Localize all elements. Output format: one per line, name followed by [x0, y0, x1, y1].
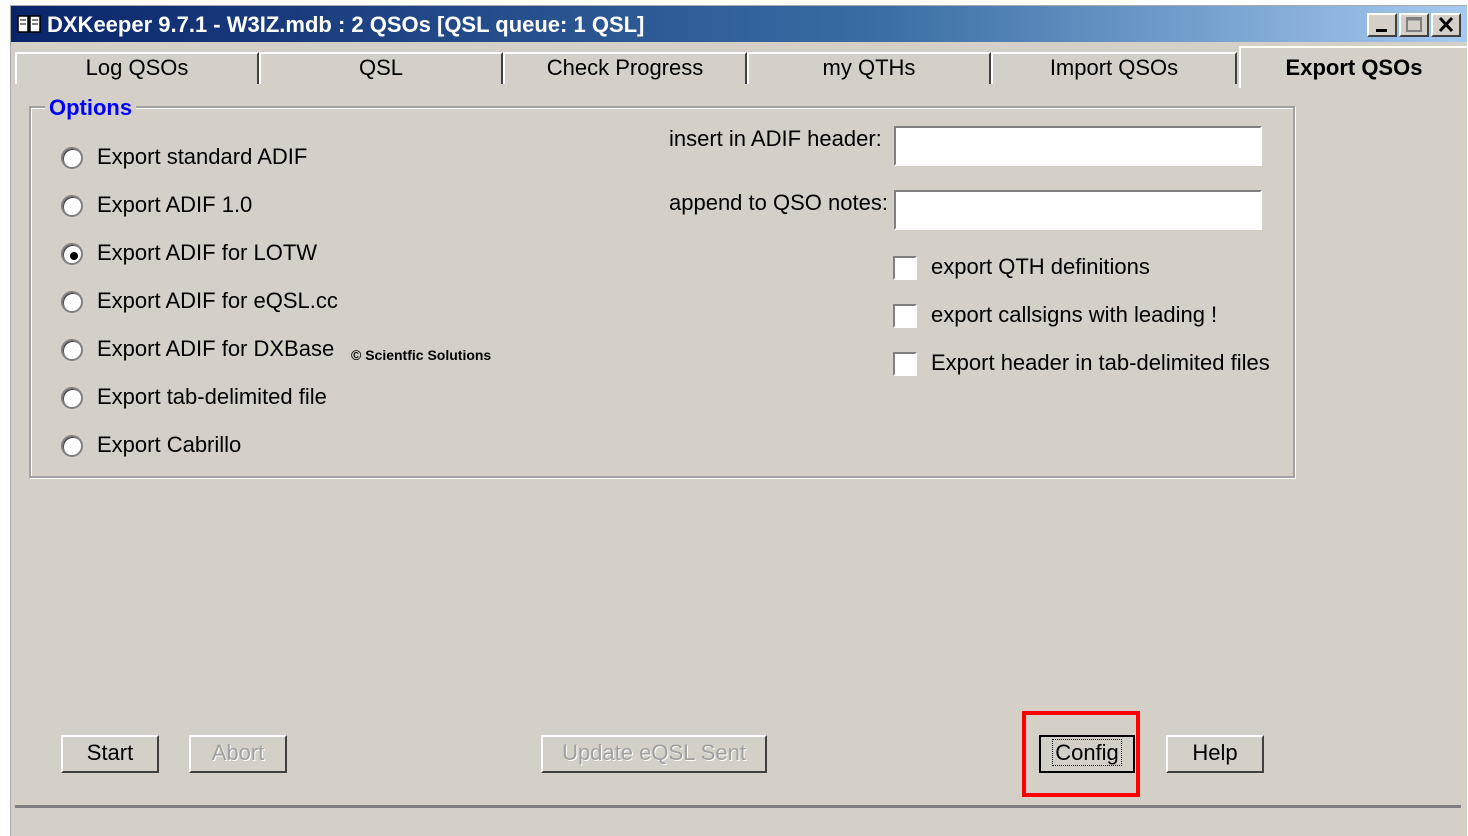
- dxkeeper-window: DXKeeper 9.7.1 - W3IZ.mdb : 2 QSOs [QSL …: [10, 5, 1467, 836]
- adif-header-label: insert in ADIF header:: [669, 126, 882, 151]
- checkbox-label: Export header in tab-delimited files: [931, 350, 1270, 375]
- checkbox-label: export callsigns with leading !: [931, 302, 1218, 327]
- radio-selected-dot: [70, 252, 78, 260]
- minimize-icon: [1376, 29, 1387, 32]
- radio-circle: [61, 435, 83, 457]
- start-button[interactable]: Start: [61, 735, 159, 773]
- close-icon: [1438, 16, 1454, 33]
- tab-qsl[interactable]: QSL: [259, 52, 503, 84]
- checkbox-box: [893, 352, 917, 376]
- dxbase-copyright-note: © Scientfic Solutions: [351, 347, 492, 363]
- tab-strip: Log QSOs QSL Check Progress my QTHs Impo…: [11, 46, 1467, 88]
- radio-label: Export tab-delimited file: [97, 384, 327, 409]
- adif-header-input[interactable]: [894, 126, 1262, 166]
- radio-label: Export ADIF for LOTW: [97, 240, 318, 265]
- maximize-button[interactable]: [1399, 13, 1429, 37]
- radio-circle: [61, 147, 83, 169]
- window-title: DXKeeper 9.7.1 - W3IZ.mdb : 2 QSOs [QSL …: [47, 12, 645, 37]
- radio-label: Export Cabrillo: [97, 432, 242, 457]
- minimize-button[interactable]: [1367, 13, 1397, 37]
- tab-import-qsos[interactable]: Import QSOs: [991, 52, 1237, 84]
- close-button[interactable]: [1431, 13, 1461, 37]
- config-highlight-box: [1022, 711, 1140, 797]
- options-group-label: Options: [45, 95, 137, 121]
- qso-notes-input[interactable]: [894, 190, 1262, 230]
- tab-log-qsos[interactable]: Log QSOs: [15, 52, 259, 84]
- book-icon: [17, 15, 41, 33]
- update-eqsl-sent-button[interactable]: Update eQSL Sent: [541, 735, 767, 773]
- radio-label: Export ADIF for eQSL.cc: [97, 288, 338, 313]
- radio-circle: [61, 387, 83, 409]
- checkbox-box: [893, 256, 917, 280]
- maximize-icon: [1406, 17, 1422, 32]
- radio-label: Export standard ADIF: [97, 144, 308, 169]
- radio-circle: [61, 291, 83, 313]
- radio-label: Export ADIF 1.0: [97, 192, 253, 217]
- radio-label: Export ADIF for DXBase: [97, 336, 335, 361]
- radio-circle: [61, 339, 83, 361]
- tab-check-progress[interactable]: Check Progress: [503, 52, 747, 84]
- checkbox-box: [893, 304, 917, 328]
- qso-notes-label: append to QSO notes:: [669, 190, 888, 215]
- tab-export-qsos[interactable]: Export QSOs: [1239, 46, 1467, 88]
- radio-circle: [61, 195, 83, 217]
- checkbox-label: export QTH definitions: [931, 254, 1150, 279]
- abort-button[interactable]: Abort: [189, 735, 287, 773]
- title-bar[interactable]: DXKeeper 9.7.1 - W3IZ.mdb : 2 QSOs [QSL …: [11, 6, 1467, 42]
- help-button[interactable]: Help: [1166, 735, 1264, 773]
- radio-circle: [61, 243, 83, 265]
- tab-my-qths[interactable]: my QTHs: [747, 52, 991, 84]
